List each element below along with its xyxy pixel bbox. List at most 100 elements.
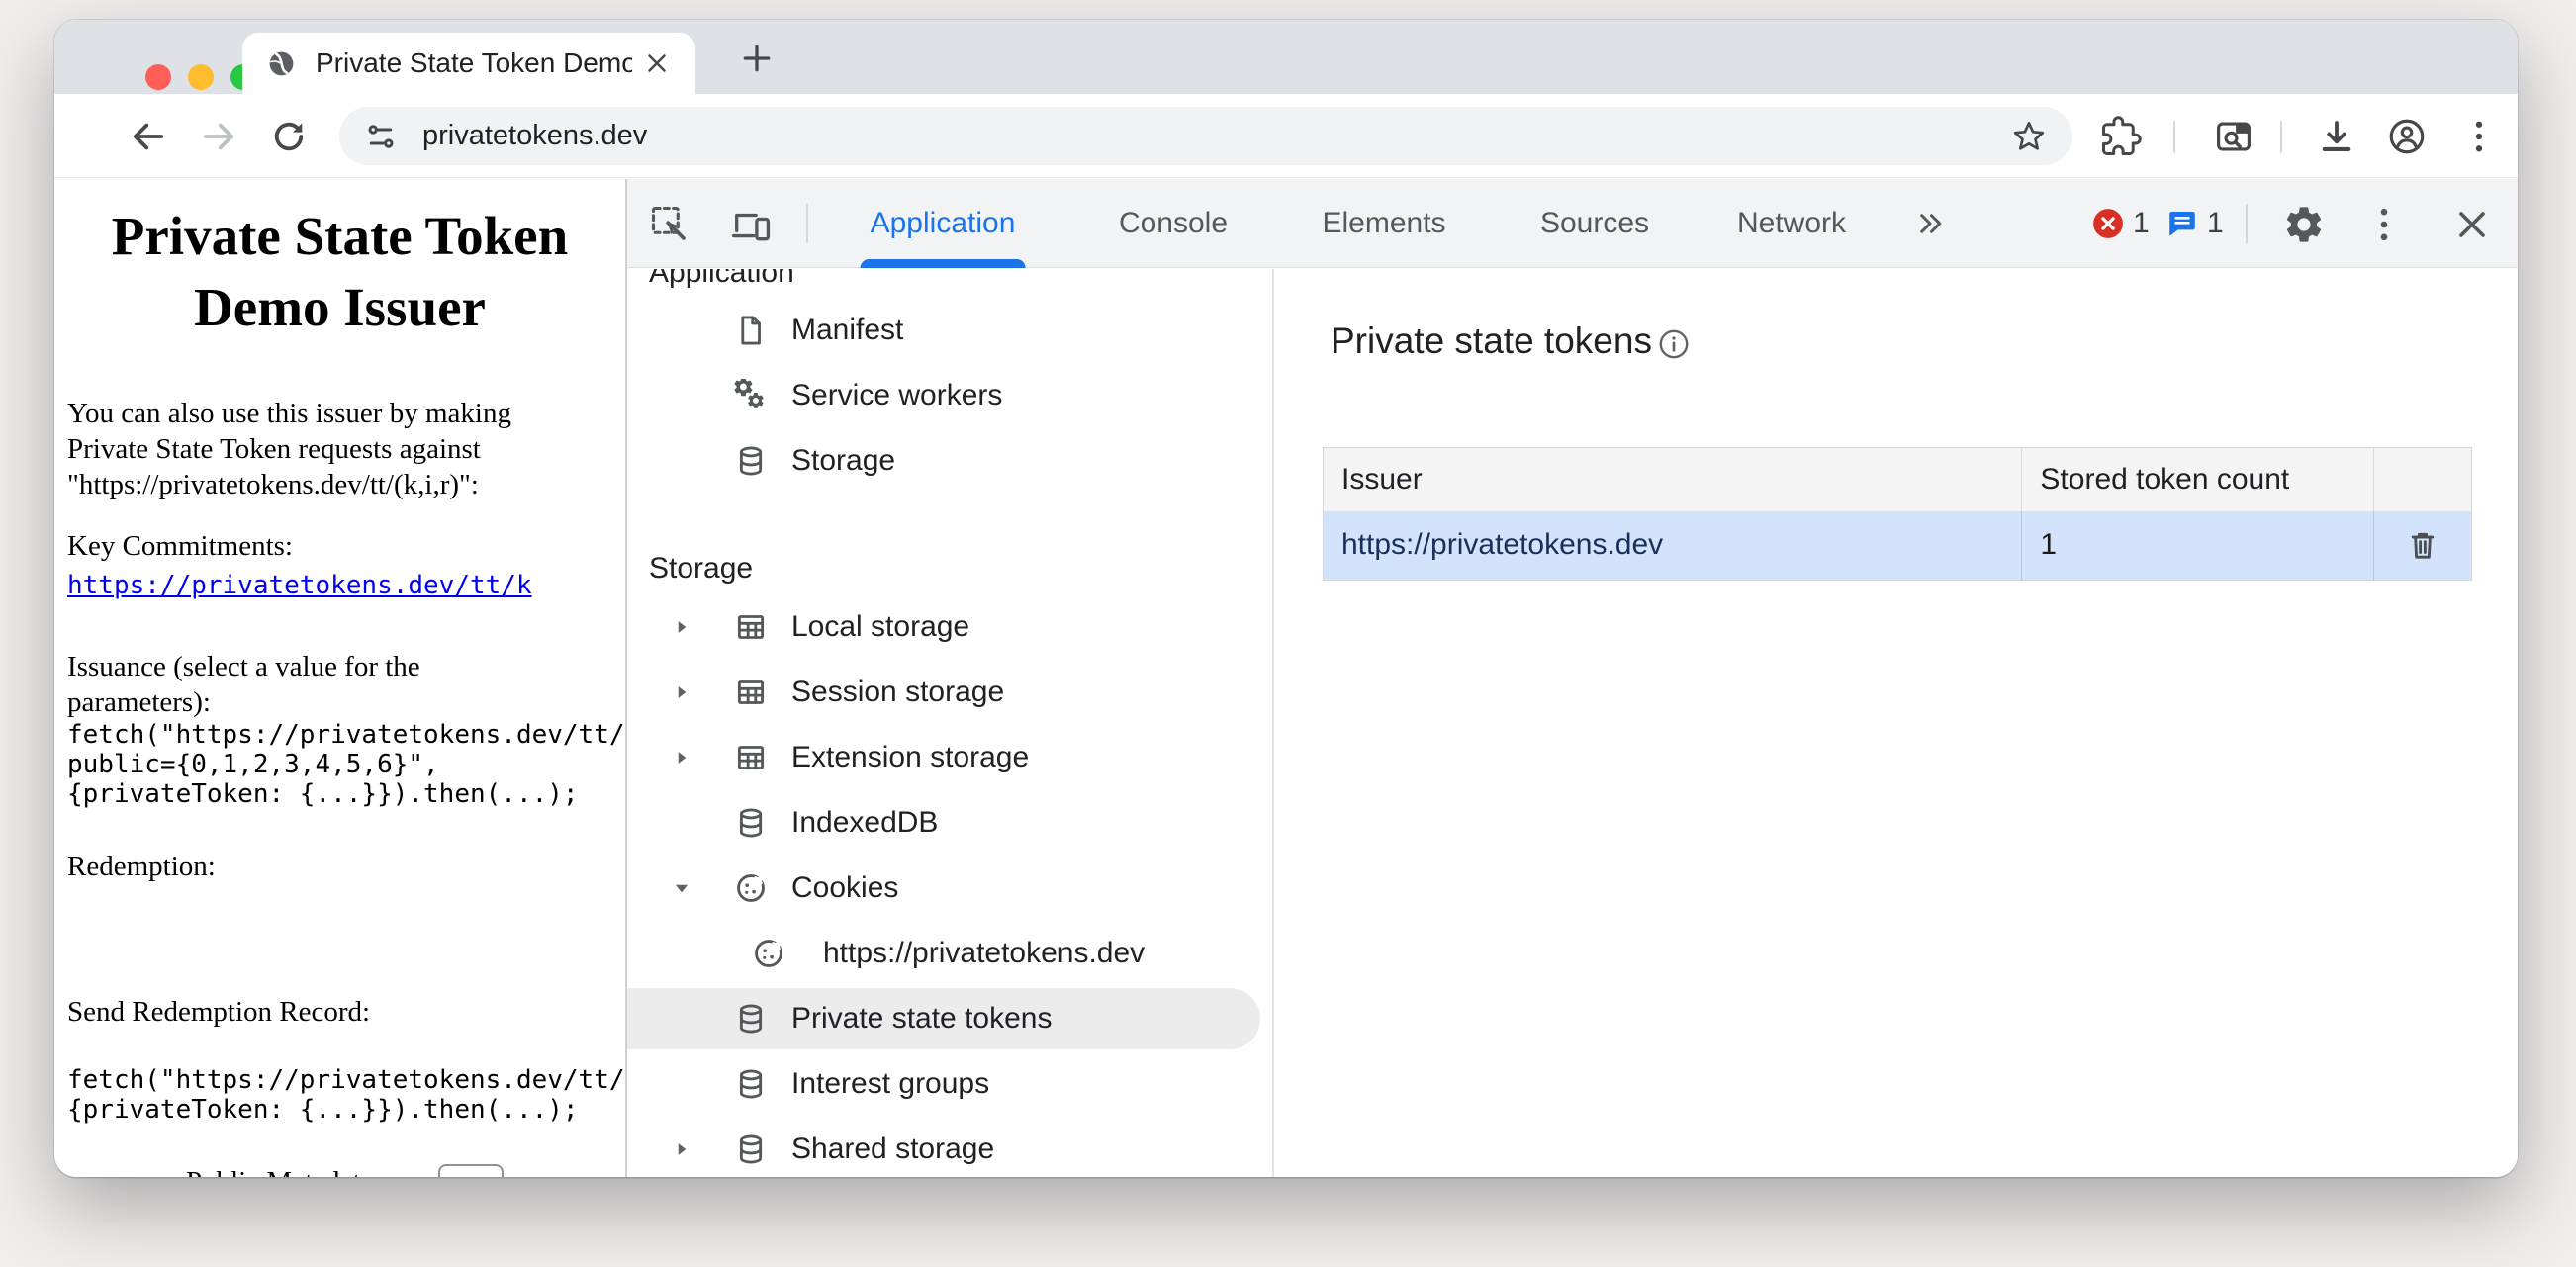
delete-trash-icon[interactable] xyxy=(2405,527,2440,563)
grid-icon xyxy=(734,676,768,709)
row-highlight xyxy=(627,300,1260,361)
devtools-toolbar-divider xyxy=(806,204,808,243)
sidebar-item-label: Interest groups xyxy=(791,1051,989,1117)
sidebar-item-label: Shared storage xyxy=(791,1117,994,1177)
tab-title: Private State Token Demo xyxy=(316,47,632,79)
sidebar-item-label: Private state tokens xyxy=(791,986,1052,1051)
site-settings-icon[interactable] xyxy=(363,119,399,154)
devtools-tab-network[interactable]: Network xyxy=(1737,179,1846,268)
content-area: Private State Token Demo Issuer You can … xyxy=(54,179,2518,1177)
tab-strip: Private State Token Demo xyxy=(54,20,2518,94)
chevron-right-icon[interactable] xyxy=(669,745,694,770)
forward-button[interactable] xyxy=(198,116,239,157)
sidebar-item-local-storage[interactable]: Local storage xyxy=(627,594,1272,660)
close-window-button[interactable] xyxy=(145,64,171,90)
send-redemption-record-label: Send Redemption Record: xyxy=(67,994,625,1030)
sidebar-item-label: https://privatetokens.dev xyxy=(823,921,1145,986)
devtools-tab-elements[interactable]: Elements xyxy=(1322,179,1445,268)
devtools-close-icon[interactable] xyxy=(2450,203,2494,246)
reload-button[interactable] xyxy=(268,116,310,157)
sidebar-item-label: Session storage xyxy=(791,660,1004,725)
sidebar-item-label: Storage xyxy=(791,428,895,494)
browser-toolbar: privatetokens.dev xyxy=(54,94,2518,178)
chevron-right-icon[interactable] xyxy=(669,679,694,705)
address-bar[interactable]: privatetokens.dev xyxy=(339,107,2072,165)
sidebar-item-https-privatetokens-dev[interactable]: https://privatetokens.dev xyxy=(627,921,1272,986)
sidebar-item-extension-storage[interactable]: Extension storage xyxy=(627,725,1272,790)
devtools-menu-icon[interactable] xyxy=(2362,203,2406,246)
error-count: 1 xyxy=(2133,207,2150,240)
sidebar-item-manifest[interactable]: Manifest xyxy=(627,298,1272,363)
issues-badge[interactable]: 1 xyxy=(2165,207,2224,240)
database-icon xyxy=(734,806,768,840)
column-header-issuer: Issuer xyxy=(1324,448,2022,511)
error-badge[interactable]: 1 xyxy=(2091,207,2150,240)
chevron-down-icon[interactable] xyxy=(669,875,694,901)
panel-heading: Private state tokens xyxy=(1331,320,1692,362)
sidebar-item-shared-storage[interactable]: Shared storage xyxy=(627,1117,1272,1177)
browser-menu-icon[interactable] xyxy=(2458,116,2500,157)
message-count: 1 xyxy=(2207,207,2224,240)
sidebar-item-cookies[interactable]: Cookies xyxy=(627,856,1272,921)
private-state-tokens-table: IssuerStored token count https://private… xyxy=(1323,447,2472,581)
grid-icon xyxy=(734,610,768,644)
devtools-settings-gear-icon[interactable] xyxy=(2282,203,2326,246)
redemption-code: fetch("https://privatetokens.dev/tt/r", … xyxy=(67,1065,625,1125)
public-metadata-input[interactable] xyxy=(438,1164,504,1177)
new-tab-button[interactable] xyxy=(737,39,777,78)
tab-search-icon[interactable] xyxy=(2213,116,2254,157)
url-text[interactable]: privatetokens.dev xyxy=(422,120,2009,152)
sidebar-item-service-workers[interactable]: Service workers xyxy=(627,363,1272,428)
sidebar-item-private-state-tokens[interactable]: Private state tokens xyxy=(627,986,1272,1051)
database-icon xyxy=(734,1132,768,1166)
document-icon xyxy=(734,314,768,347)
screenshot-root: { "colors": { "accent_blue": "#1a73e8", … xyxy=(0,0,2576,1267)
application-sidebar: ApplicationManifestService workersStorag… xyxy=(627,269,1274,1177)
devtools-tab-sources[interactable]: Sources xyxy=(1540,179,1649,268)
sidebar-item-label: Extension storage xyxy=(791,725,1029,790)
sidebar-item-interest-groups[interactable]: Interest groups xyxy=(627,1051,1272,1117)
issuance-code: fetch("https://privatetokens.dev/tt/i? p… xyxy=(67,720,625,809)
back-button[interactable] xyxy=(128,116,169,157)
inspect-element-icon[interactable] xyxy=(648,203,691,246)
sidebar-item-label: IndexedDB xyxy=(791,790,938,856)
webpage-viewport: Private State Token Demo Issuer You can … xyxy=(54,179,625,1177)
sidebar-item-session-storage[interactable]: Session storage xyxy=(627,660,1272,725)
devtools-toolbar-divider xyxy=(2246,204,2248,243)
row-highlight xyxy=(627,792,1260,854)
key-commitments-link[interactable]: https://privatetokens.dev/tt/k xyxy=(67,571,532,600)
row-highlight xyxy=(627,430,1260,492)
devtools-tab-console[interactable]: Console xyxy=(1119,179,1228,268)
sidebar-item-indexeddb[interactable]: IndexedDB xyxy=(627,790,1272,856)
device-toolbar-icon[interactable] xyxy=(729,203,773,246)
devtools-main-panel: Private state tokens IssuerStored token … xyxy=(1274,269,2518,1177)
tab-favicon-globe-icon xyxy=(266,48,297,79)
chevron-right-icon[interactable] xyxy=(669,614,694,640)
minimize-window-button[interactable] xyxy=(188,64,214,90)
panel-heading-text: Private state tokens xyxy=(1331,320,1652,362)
issuance-label: Issuance (select a value for the paramet… xyxy=(67,649,625,720)
public-metadata-label: Public Metadata: xyxy=(186,1166,381,1177)
browser-tab[interactable]: Private State Token Demo xyxy=(242,33,695,94)
table-row[interactable]: https://privatetokens.dev1 xyxy=(1324,511,2472,581)
issuer-cell[interactable]: https://privatetokens.dev xyxy=(1324,511,2022,581)
info-icon[interactable] xyxy=(1656,326,1692,362)
profile-icon[interactable] xyxy=(2386,116,2428,157)
stored-token-count-cell[interactable]: 1 xyxy=(2022,511,2374,581)
chevron-right-icon[interactable] xyxy=(669,1136,694,1162)
toolbar-divider xyxy=(2280,121,2282,153)
cookie-icon xyxy=(752,937,785,970)
download-icon[interactable] xyxy=(2316,116,2357,157)
more-tabs-icon[interactable] xyxy=(1912,206,1948,241)
sidebar-item-label: Manifest xyxy=(791,298,903,363)
key-commitments-label: Key Commitments: xyxy=(67,528,625,564)
devtools-tab-application[interactable]: Application xyxy=(871,179,1016,268)
extensions-icon[interactable] xyxy=(2100,116,2142,157)
sidebar-section-application: Application xyxy=(627,269,1272,298)
database-icon xyxy=(734,444,768,478)
bookmark-star-icon[interactable] xyxy=(2009,117,2049,156)
tab-close-icon[interactable] xyxy=(642,48,672,78)
sidebar-item-storage[interactable]: Storage xyxy=(627,428,1272,494)
error-icon xyxy=(2091,207,2125,240)
window-controls xyxy=(145,64,256,90)
